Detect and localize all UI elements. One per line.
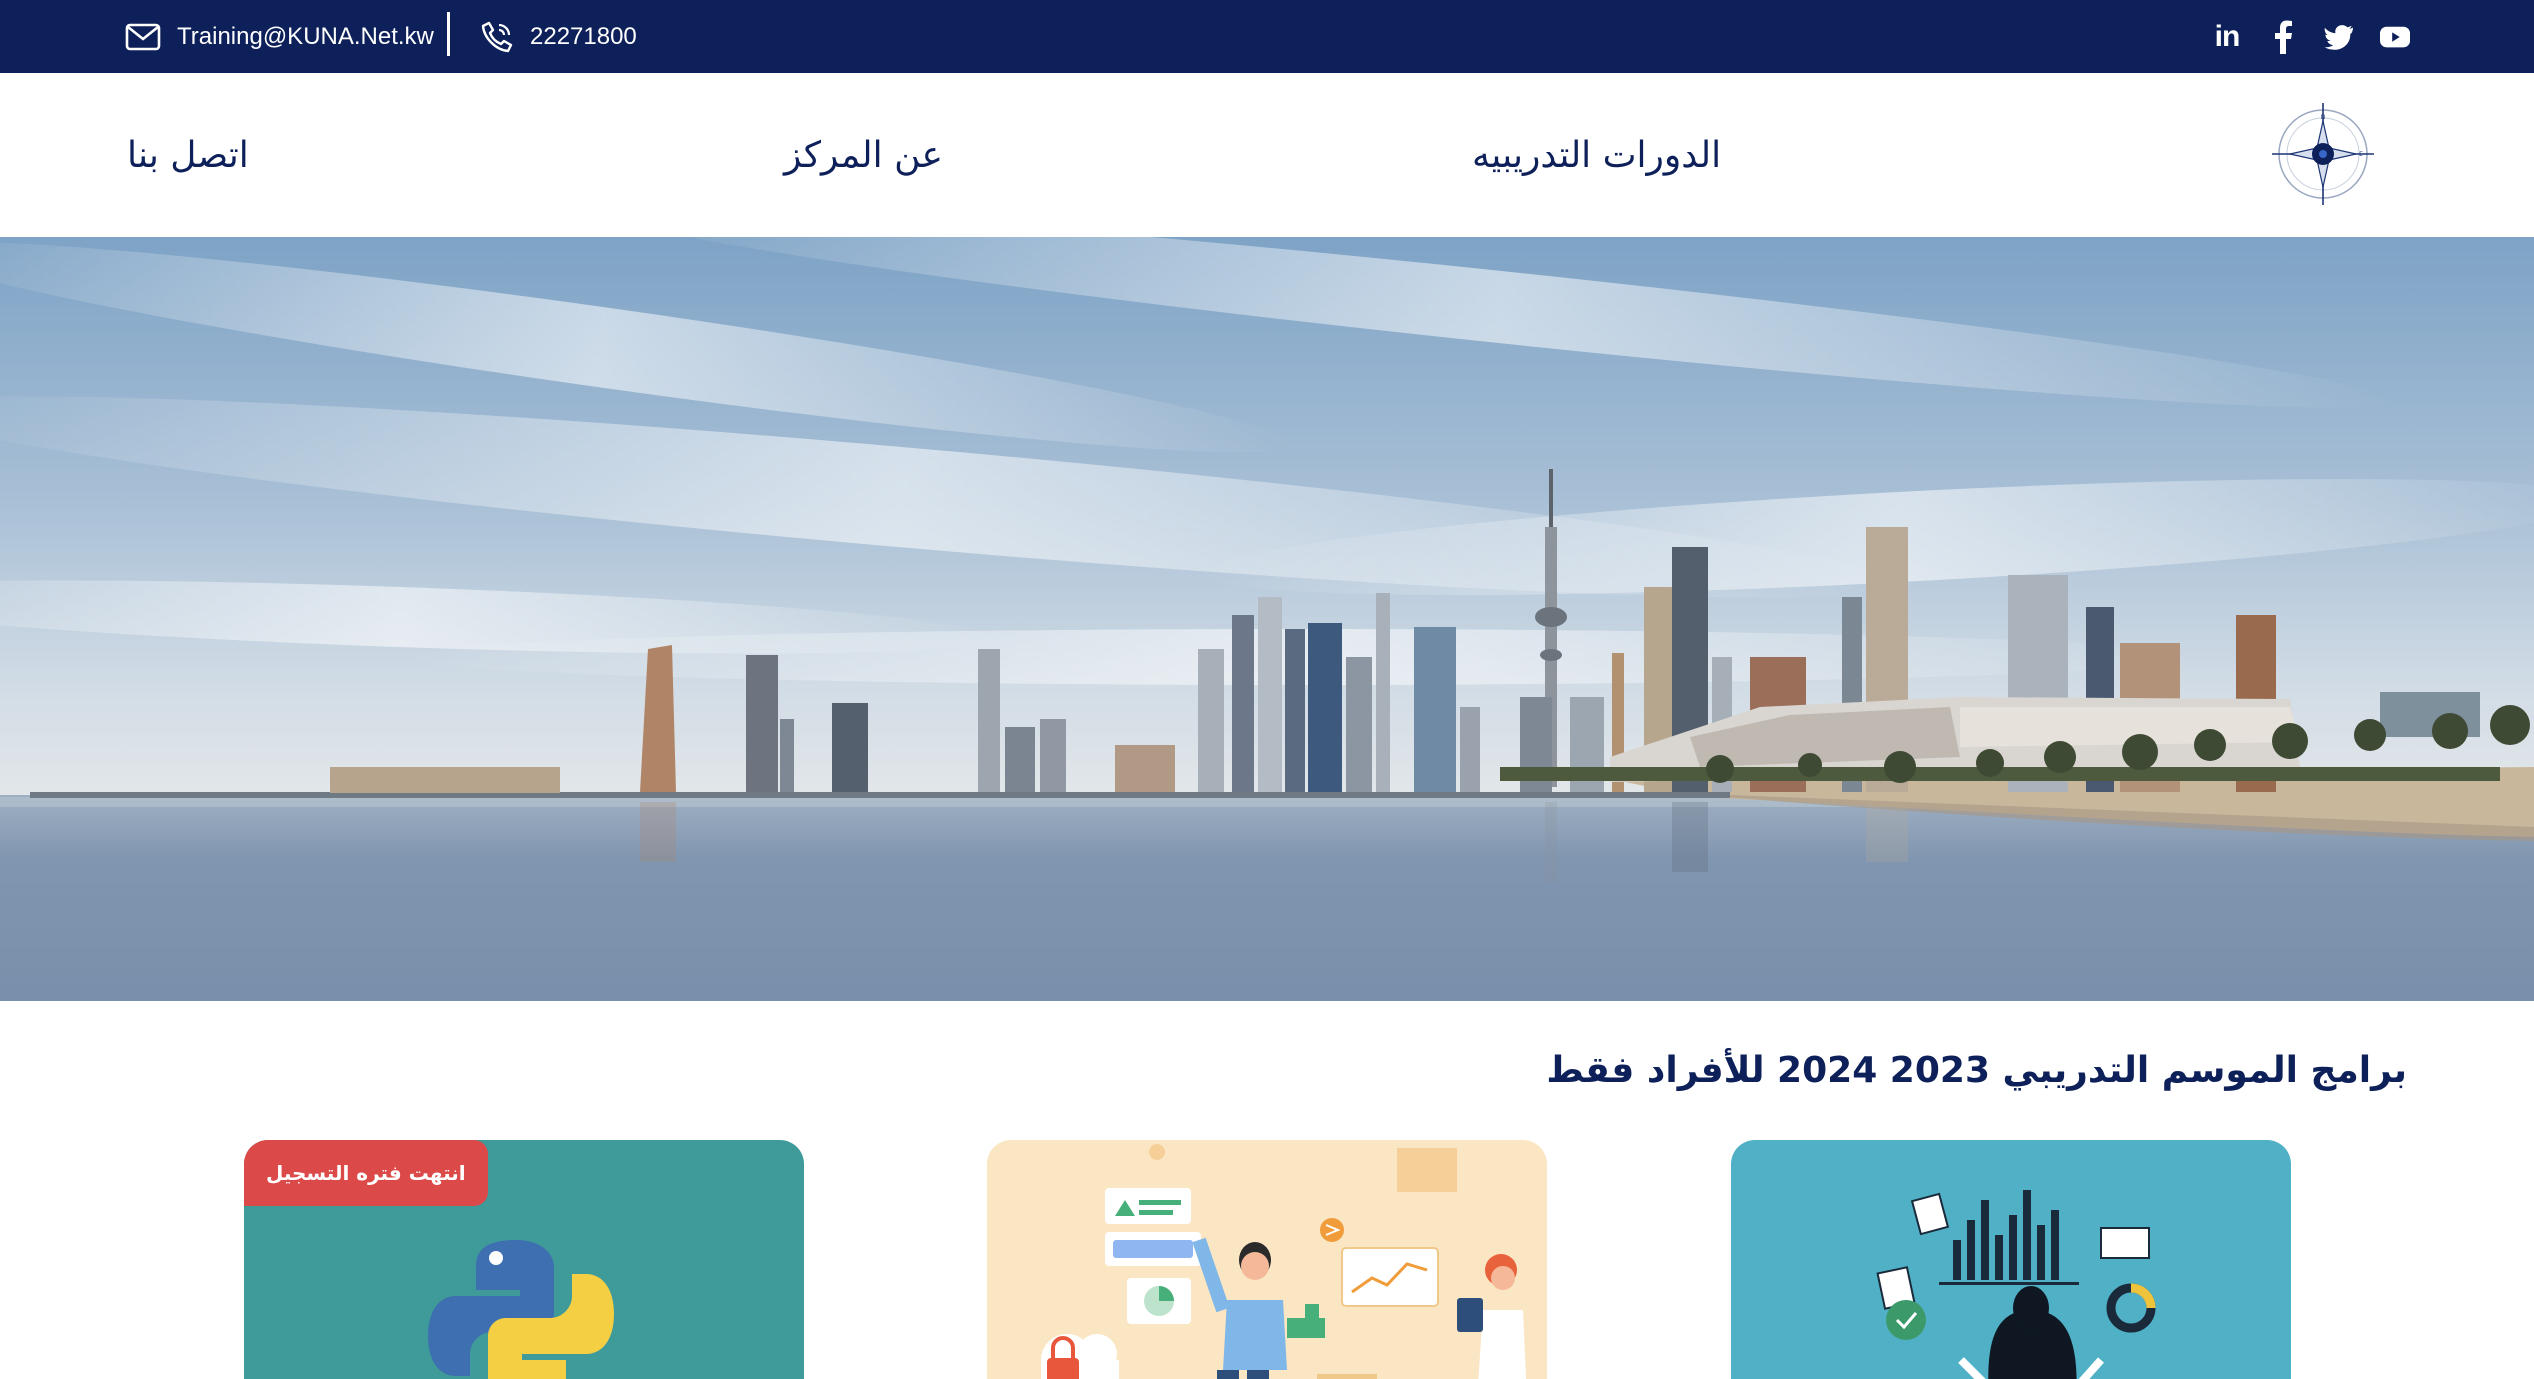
facebook-icon[interactable] <box>2268 20 2298 54</box>
nav-about-center[interactable]: عن المركز <box>784 73 943 237</box>
business-analytics-illustration <box>1041 1144 1527 1379</box>
course-card-data-analysis[interactable] <box>1731 1140 2291 1379</box>
youtube-icon[interactable] <box>2380 22 2410 52</box>
svg-text:E: E <box>2359 151 2363 158</box>
social-links: in <box>2212 0 2410 73</box>
data-analysis-illustration <box>1876 1190 2156 1379</box>
course-card-business-analytics[interactable] <box>987 1140 1547 1379</box>
course-card-python[interactable]: انتهت فتره التسجيل <box>244 1140 804 1379</box>
hero-skyline-image <box>0 237 2534 1001</box>
linkedin-icon[interactable]: in <box>2212 20 2242 53</box>
envelope-icon <box>125 23 161 50</box>
twitter-icon[interactable] <box>2324 22 2354 52</box>
hero-banner <box>0 237 2534 1001</box>
nav-contact-us[interactable]: اتصل بنا <box>127 73 249 237</box>
section-title: برامج الموسم التدريبي 2023 2024 للأفراد … <box>1546 1050 2407 1091</box>
center-logo[interactable]: N E <box>2268 99 2378 209</box>
email-text: Training@KUNA.Net.kw <box>177 22 434 50</box>
main-navigation: الدورات التدريبيه عن المركز اتصل بنا N E <box>0 73 2534 237</box>
email-link[interactable]: Training@KUNA.Net.kw <box>125 0 434 73</box>
topbar-divider <box>447 12 450 56</box>
svg-text:N: N <box>2321 114 2326 121</box>
registration-closed-badge: انتهت فتره التسجيل <box>244 1140 488 1206</box>
phone-text: 22271800 <box>530 22 637 50</box>
phone-link[interactable]: 22271800 <box>480 0 637 73</box>
top-bar: Training@KUNA.Net.kw 22271800 in <box>0 0 2534 73</box>
nav-training-courses[interactable]: الدورات التدريبيه <box>1472 73 1721 237</box>
phone-icon <box>481 21 513 52</box>
